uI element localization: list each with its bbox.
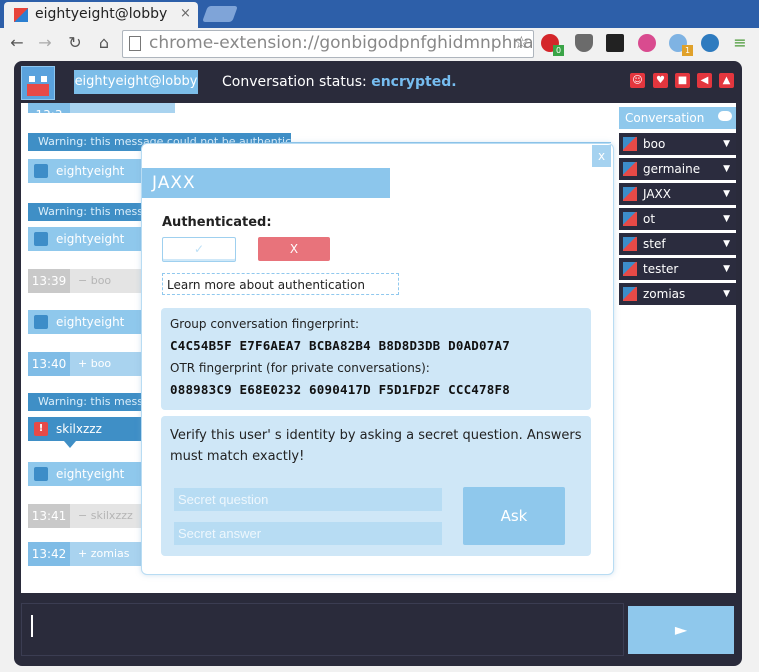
- buddy-item-stef[interactable]: stef ▼: [619, 233, 736, 255]
- chevron-down-icon[interactable]: ▼: [723, 183, 730, 205]
- chevron-down-icon[interactable]: ▼: [723, 158, 730, 180]
- buddy-avatar-icon: [623, 162, 637, 176]
- leave-event: 13:41 − skilxzzz: [28, 504, 142, 528]
- ublock-icon[interactable]: [575, 34, 593, 52]
- text-caret: [31, 615, 33, 637]
- buddy-avatar-icon: [623, 137, 637, 151]
- message-row: eightyeight: [28, 227, 142, 251]
- secret-answer-input[interactable]: [174, 522, 442, 545]
- home-icon[interactable]: ⌂: [93, 33, 115, 52]
- buddy-avatar-icon: [623, 237, 637, 251]
- warning-banner: Warning: this message could not be authe…: [28, 393, 152, 411]
- tab-close-icon[interactable]: ×: [180, 6, 191, 21]
- nickname-button[interactable]: eightyeight@lobby: [74, 70, 198, 94]
- message-row: eightyeight: [28, 159, 142, 183]
- extension-icon-d[interactable]: [606, 34, 624, 52]
- otr-fingerprint-value: 088983C9 E68E0232 6090417D F5D1FD2F CCC4…: [170, 382, 510, 397]
- chevron-down-icon[interactable]: ▼: [723, 133, 730, 155]
- user-color-icon: [34, 467, 48, 481]
- authenticated-label: Authenticated:: [162, 215, 272, 230]
- favorite-icon[interactable]: ♥: [653, 73, 668, 88]
- buddy-item-jaxx[interactable]: JAXX ▼: [619, 183, 736, 205]
- conversation-status: Conversation status: encrypted.: [222, 74, 457, 90]
- authenticate-yes-button[interactable]: ✓: [162, 237, 236, 262]
- conversation-header: Conversation: [619, 107, 736, 129]
- cloud-icon: [718, 111, 732, 121]
- back-icon[interactable]: ←: [6, 33, 28, 52]
- status-label: Conversation status:: [222, 74, 367, 90]
- buddy-avatar-icon: [623, 262, 637, 276]
- chevron-down-icon[interactable]: ▼: [723, 233, 730, 255]
- authenticate-no-button[interactable]: X: [258, 237, 330, 261]
- send-button[interactable]: ►: [628, 606, 734, 654]
- learn-more-link[interactable]: Learn more about authentication: [162, 273, 399, 295]
- bookmark-star-icon[interactable]: ☆: [514, 33, 529, 53]
- chrome-menu-icon[interactable]: ≡: [729, 33, 751, 52]
- extension-badge-1: 0: [553, 45, 564, 56]
- tab-title: eightyeight@lobby: [35, 6, 168, 22]
- message-row: eightyeight: [28, 310, 142, 334]
- emoji-icon[interactable]: ☺: [630, 73, 645, 88]
- alert-icon: !: [34, 422, 48, 436]
- page-icon: [129, 36, 141, 51]
- buddy-avatar-icon: [623, 187, 637, 201]
- dialog-title: JAXX: [142, 168, 390, 198]
- chat-icon[interactable]: ■: [675, 73, 690, 88]
- reload-icon[interactable]: ↻: [64, 33, 86, 52]
- otr-fingerprint-label: OTR fingerprint (for private conversatio…: [170, 361, 430, 375]
- buddy-item-zomias[interactable]: zomias ▼: [619, 283, 736, 305]
- message-row: ! skilxzzz: [28, 417, 142, 441]
- url-text: chrome-extension://gonbigodpnfghidmnphna…: [149, 33, 534, 53]
- secret-question-input[interactable]: [174, 488, 442, 511]
- message-pointer: [64, 441, 76, 448]
- logout-icon[interactable]: ▲: [719, 73, 734, 88]
- user-color-icon: [34, 164, 48, 178]
- network-extension-icon[interactable]: [701, 34, 719, 52]
- status-value: encrypted.: [371, 74, 457, 90]
- message-input[interactable]: [21, 603, 624, 656]
- extension-badge-2: 1: [682, 45, 693, 56]
- forward-icon[interactable]: →: [34, 33, 56, 52]
- user-avatar-icon[interactable]: [21, 66, 55, 100]
- browser-tab[interactable]: eightyeight@lobby ×: [4, 2, 198, 28]
- user-color-icon: [34, 232, 48, 246]
- buddy-item-boo[interactable]: boo ▼: [619, 133, 736, 155]
- extension-icon-yarn[interactable]: [638, 34, 656, 52]
- verification-description: Verify this user' s identity by asking a…: [170, 428, 582, 464]
- ask-button[interactable]: Ask: [463, 487, 565, 545]
- group-fingerprint-label: Group conversation fingerprint:: [170, 317, 360, 331]
- buddy-avatar-icon: [623, 287, 637, 301]
- warning-banner: Warning: this message could not be authe…: [28, 203, 152, 221]
- buddy-item-germaine[interactable]: germaine ▼: [619, 158, 736, 180]
- address-bar[interactable]: chrome-extension://gonbigodpnfghidmnphna…: [122, 30, 534, 58]
- buddy-item-tester[interactable]: tester ▼: [619, 258, 736, 280]
- tab-favicon-icon: [14, 8, 28, 22]
- leave-event: 13:39 − boo: [28, 269, 142, 293]
- group-fingerprint-value: C4C54B5F E7F6AEA7 BCBA82B4 B8D8D3DB D0AD…: [170, 338, 510, 353]
- chevron-down-icon[interactable]: ▼: [723, 283, 730, 305]
- close-dialog-button[interactable]: x: [592, 145, 611, 167]
- chevron-down-icon[interactable]: ▼: [723, 258, 730, 280]
- join-event: 13:42 + zomias: [28, 542, 142, 566]
- user-color-icon: [34, 315, 48, 329]
- sound-icon[interactable]: ◀: [697, 73, 712, 88]
- list-item: 13:3: [28, 103, 175, 113]
- message-row: eightyeight: [28, 462, 142, 486]
- buddy-item-ot[interactable]: ot ▼: [619, 208, 736, 230]
- join-event: 13:40 + boo: [28, 352, 142, 376]
- buddy-avatar-icon: [623, 212, 637, 226]
- new-tab-button[interactable]: [202, 6, 238, 22]
- chevron-down-icon[interactable]: ▼: [723, 208, 730, 230]
